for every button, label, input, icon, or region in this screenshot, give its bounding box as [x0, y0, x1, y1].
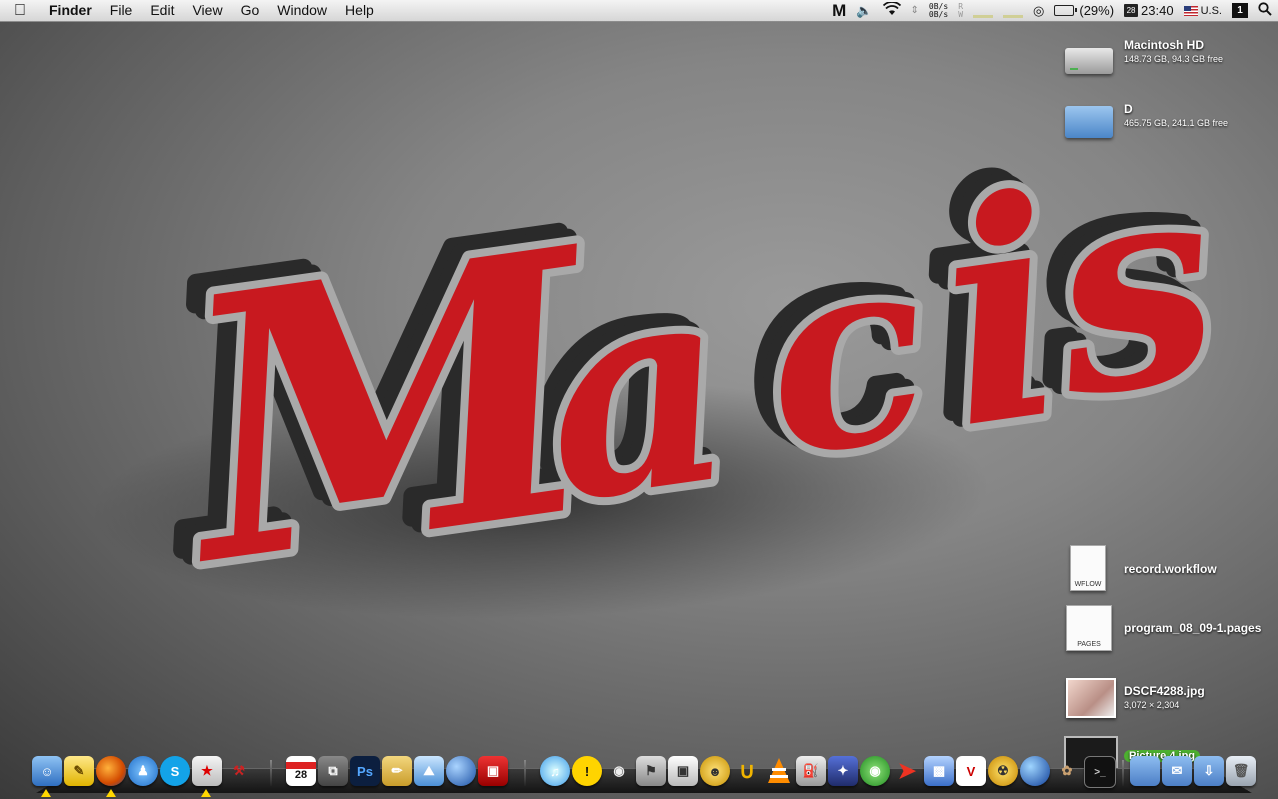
documents-stack-icon[interactable]: [1130, 756, 1160, 786]
mail-folder-icon[interactable]: ✉: [1162, 756, 1192, 786]
desktop-icon-info: 148.73 GB, 94.3 GB free: [1124, 54, 1224, 64]
app-green-icon[interactable]: ◉: [860, 756, 890, 786]
photoshop-icon[interactable]: Ps: [350, 756, 380, 786]
vlc-icon[interactable]: [764, 756, 794, 786]
dock-separator: [524, 760, 526, 786]
dock: ☺ ✎ ♟ S ★ ⚒ 28 ⧉ Ps ✏ ⛰ ▣ ♫ ! ◉ ⚑ ▣ ☻ ∪ …: [30, 754, 1260, 797]
vnc-icon[interactable]: V: [956, 756, 986, 786]
app-eye-icon[interactable]: ◉: [604, 756, 634, 786]
desktop-icon-label: Macintosh HD: [1124, 38, 1205, 52]
image-thumbnail-icon: [1066, 678, 1116, 718]
firefox-icon[interactable]: [96, 756, 126, 786]
warning-badge-icon: [41, 789, 51, 797]
hard-drive-icon: [1065, 48, 1113, 74]
desktop-icon-record-workflow[interactable]: WFLOW record.workflow: [1062, 545, 1217, 593]
app-scanner-icon[interactable]: ▩: [924, 756, 954, 786]
app-star-icon[interactable]: ★: [192, 756, 222, 786]
dock-separator: [1122, 760, 1124, 786]
ical-day: 28: [294, 768, 308, 781]
ichat-icon[interactable]: ♟: [128, 756, 158, 786]
trash-icon[interactable]: 🗑: [1226, 756, 1256, 786]
skype-icon[interactable]: S: [160, 756, 190, 786]
itunes-icon[interactable]: ♫: [540, 756, 570, 786]
iphoto-icon[interactable]: ▣: [668, 756, 698, 786]
desktop-icon-dscf4288[interactable]: DSCF4288.jpg 3,072 × 2,304: [1062, 674, 1205, 722]
preview-icon[interactable]: ⛰: [414, 756, 444, 786]
google-earth-icon[interactable]: [1020, 756, 1050, 786]
app-bird-icon[interactable]: ✿: [1052, 756, 1082, 786]
desktop-icon-label: DSCF4288.jpg: [1124, 684, 1205, 698]
desktop-icon-macintosh-hd[interactable]: Macintosh HD 148.73 GB, 94.3 GB free: [1062, 38, 1223, 86]
finder-icon[interactable]: ☺: [32, 756, 62, 786]
desktop-icon-pages-document[interactable]: PAGES program_08_09-1.pages: [1062, 605, 1264, 653]
app-horseshoe-icon[interactable]: ∪: [732, 756, 762, 786]
desktop-icon-d-drive[interactable]: D 465.75 GB, 241.1 GB free: [1062, 102, 1228, 150]
app-windows-icon[interactable]: ⧉: [318, 756, 348, 786]
stickies-icon[interactable]: ✎: [64, 756, 94, 786]
app-red-book-icon[interactable]: ▣: [478, 756, 508, 786]
adium-icon[interactable]: ☻: [700, 756, 730, 786]
app-red-figure-icon[interactable]: ⚒: [224, 756, 254, 786]
terminal-icon[interactable]: >_: [1084, 756, 1116, 788]
app-radiation-icon[interactable]: ☢: [988, 756, 1018, 786]
downloads-stack-icon[interactable]: ⇩: [1194, 756, 1224, 786]
app-tool-icon[interactable]: ✦: [828, 756, 858, 786]
ical-icon[interactable]: 28: [286, 756, 316, 786]
desktop-icon-info: 3,072 × 2,304: [1124, 700, 1180, 710]
app-library-icon[interactable]: ⚑: [636, 756, 666, 786]
warning-badge-icon: [106, 789, 116, 797]
app-pump-icon[interactable]: ⛽: [796, 756, 826, 786]
app-blue-sphere-icon[interactable]: [446, 756, 476, 786]
warning-badge-icon: [201, 789, 211, 797]
workflow-file-icon: WFLOW: [1070, 545, 1106, 591]
app-notes-icon[interactable]: ✏: [382, 756, 412, 786]
desktop-icon-label: record.workflow: [1124, 562, 1217, 576]
desktop-icon-label: program_08_09-1.pages: [1124, 621, 1262, 635]
app-fish-icon[interactable]: ➤: [892, 756, 922, 786]
network-drive-icon: [1065, 106, 1113, 138]
pages-file-icon: PAGES: [1066, 605, 1112, 651]
app-exclamation-icon[interactable]: !: [572, 756, 602, 786]
desktop-icon-info: 465.75 GB, 241.1 GB free: [1124, 118, 1229, 128]
dock-separator: [270, 760, 272, 786]
desktop-icon-label: D: [1124, 102, 1133, 116]
